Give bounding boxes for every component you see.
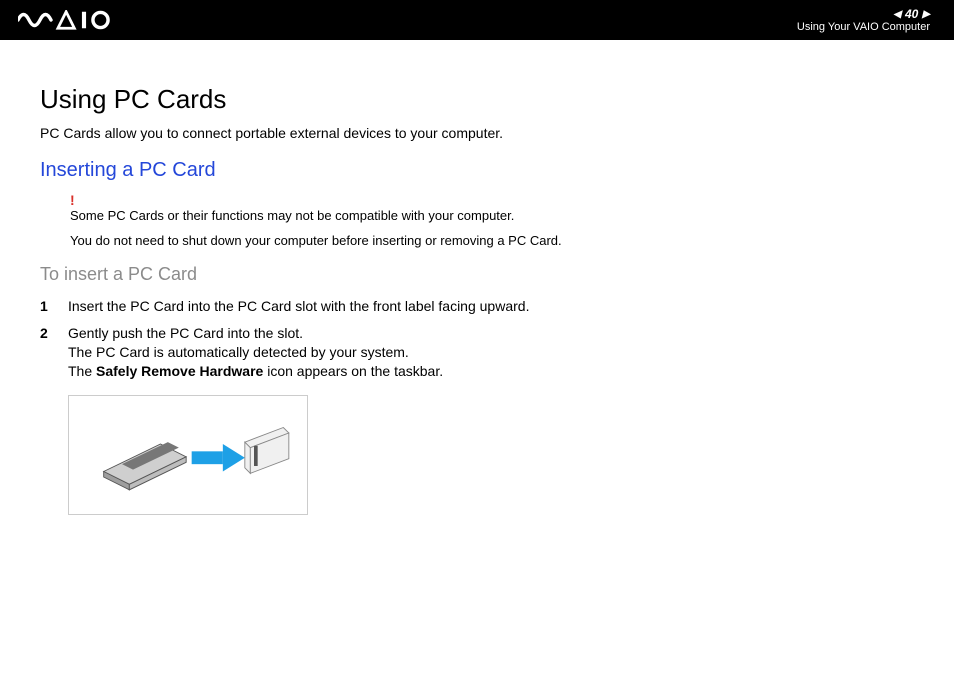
notice-line-2: You do not need to shut down your comput… [70, 233, 914, 248]
step-2-body: Gently push the PC Card into the slot. T… [68, 324, 914, 381]
warning-icon: ! [70, 192, 914, 208]
step-2: Gently push the PC Card into the slot. T… [40, 324, 914, 381]
page-nav: ◀ 40 ▶ [893, 7, 930, 21]
step-2-line-c-bold: Safely Remove Hardware [96, 363, 263, 379]
breadcrumb: Using Your VAIO Computer [797, 21, 930, 33]
step-2-line-b: The PC Card is automatically detected by… [68, 344, 409, 360]
step-list: Insert the PC Card into the PC Card slot… [40, 297, 914, 381]
page-title: Using PC Cards [40, 84, 914, 115]
intro-text: PC Cards allow you to connect portable e… [40, 125, 914, 141]
step-1: Insert the PC Card into the PC Card slot… [40, 297, 914, 316]
header-right: ◀ 40 ▶ Using Your VAIO Computer [797, 7, 930, 33]
step-2-line-c-post: icon appears on the taskbar. [263, 363, 443, 379]
header-bar: ◀ 40 ▶ Using Your VAIO Computer [0, 0, 954, 40]
pc-card-illustration [68, 395, 308, 515]
prev-page-arrow[interactable]: ◀ [893, 9, 901, 20]
page-number: 40 [905, 7, 918, 21]
section-heading: Inserting a PC Card [40, 159, 914, 182]
step-1-text: Insert the PC Card into the PC Card slot… [68, 297, 914, 316]
step-2-line-c-pre: The [68, 363, 96, 379]
notice-line-1: Some PC Cards or their functions may not… [70, 208, 914, 223]
page-content: Using PC Cards PC Cards allow you to con… [0, 40, 954, 515]
next-page-arrow[interactable]: ▶ [922, 9, 930, 20]
notice-block: ! Some PC Cards or their functions may n… [40, 192, 914, 248]
vaio-logo [18, 10, 128, 30]
subheading: To insert a PC Card [40, 264, 914, 285]
step-2-line-a: Gently push the PC Card into the slot. [68, 325, 303, 341]
